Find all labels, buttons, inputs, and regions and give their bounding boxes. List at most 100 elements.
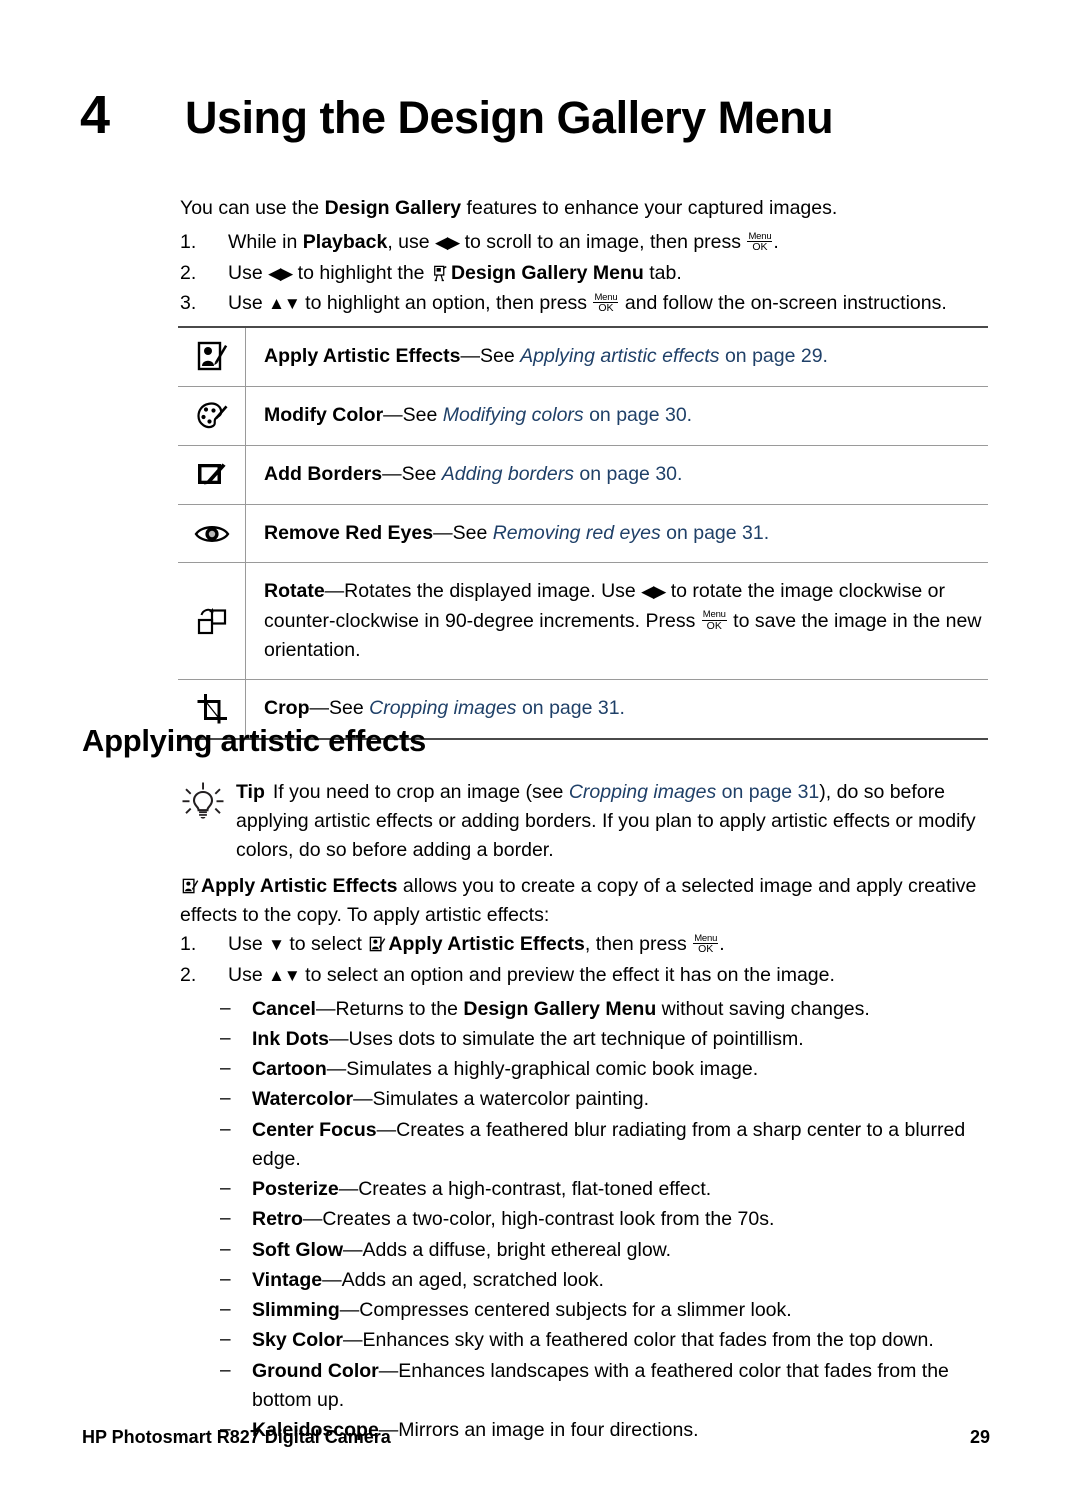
dash-bullet: –: [220, 1268, 231, 1290]
effect-entry: Ink Dots—Uses dots to simulate the art t…: [252, 1025, 1010, 1054]
chapter-number: 4: [80, 85, 110, 145]
step-number: 1.: [180, 933, 197, 955]
step-number: 2.: [180, 964, 197, 987]
eye-icon: [178, 505, 246, 563]
cross-reference-link[interactable]: Cropping images: [369, 697, 516, 719]
cross-reference-link[interactable]: Cropping images: [569, 781, 716, 803]
step-text-b: to select: [283, 933, 368, 955]
lightbulb-icon: [180, 778, 236, 826]
design-gallery-menu-table: Apply Artistic Effects — See Applying arti…: [178, 326, 988, 740]
effect-name: Cancel: [252, 997, 316, 1020]
list-item: – Watercolor—Simulates a watercolor pain…: [220, 1085, 1010, 1114]
artistic-effects-icon: [182, 878, 199, 895]
effect-desc-bold: Design Gallery Menu: [463, 997, 657, 1020]
list-item: 3. Use ▲▼ to highlight an option, then p…: [180, 289, 1010, 319]
step-bold: Apply Artistic Effects: [388, 933, 585, 955]
list-item: 1. Use ▼ to select Apply Artistic Effect…: [180, 930, 1010, 959]
dash-bullet: –: [220, 1027, 231, 1049]
page-footer: HP Photosmart R827 Digital Camera 29: [82, 1427, 990, 1448]
effect-desc-a: Simulates a highly-graphical comic book …: [346, 1058, 759, 1080]
table-row: Remove Red Eyes—See Removing red eyes on…: [178, 505, 988, 564]
list-item: – Cancel—Returns to the Design Gallery M…: [220, 995, 1010, 1024]
table-row: Add Borders—See Adding borders on page 3…: [178, 446, 988, 505]
dash-bullet: –: [220, 1118, 231, 1140]
effect-desc-b: without saving changes.: [656, 997, 870, 1020]
list-item: – Sky Color—Enhances sky with a feathere…: [220, 1326, 1010, 1355]
menu-item-title: Apply Artistic Effects: [264, 345, 461, 367]
effect-desc-a: Adds an aged, scratched look.: [341, 1268, 604, 1291]
em-dash: —: [315, 997, 336, 1020]
list-item: – Cartoon—Simulates a highly-graphical c…: [220, 1055, 1010, 1084]
document-page: 4 Using the Design Gallery Menu You can …: [0, 0, 1080, 1495]
intro-text-post: features to enhance your captured images…: [461, 197, 838, 219]
effect-entry: Soft Glow—Adds a diffuse, bright etherea…: [252, 1236, 1010, 1265]
em-dash: —: [302, 1208, 323, 1231]
em-dash: —: [326, 1058, 347, 1080]
em-dash: —: [309, 697, 330, 719]
chapter-heading: 4 Using the Design Gallery Menu: [80, 88, 1000, 142]
table-row: Modify Color—See Modifying colors on pag…: [178, 387, 988, 446]
step-text-c: and follow the on-screen instructions.: [619, 292, 947, 315]
cross-reference-link[interactable]: Adding borders: [442, 463, 574, 485]
tip-text-a: If you need to crop an image (see: [272, 781, 569, 803]
menu-key-bottom: OK: [698, 943, 714, 955]
list-item: – Soft Glow—Adds a diffuse, bright ether…: [220, 1236, 1010, 1265]
dash-bullet: –: [220, 1208, 231, 1230]
cross-reference-link[interactable]: Modifying colors: [443, 404, 584, 426]
table-row: Apply Artistic Effects—See Applying arti…: [178, 328, 988, 387]
left-right-arrows-icon: ◀▶: [435, 233, 460, 252]
dash-bullet: –: [220, 1359, 231, 1381]
artistic-effects-icon: [178, 328, 246, 386]
em-dash: —: [338, 1178, 359, 1200]
step-text: While in Playback, use ◀▶ to scroll to a…: [228, 228, 1010, 258]
tip-label: Tip: [236, 781, 265, 803]
menu-item-title: Modify Color: [264, 404, 384, 426]
list-item: 2. Use ▲▼ to select an option and previe…: [180, 961, 1010, 990]
step-text: Use ▲▼ to highlight an option, then pres…: [228, 289, 1010, 319]
menu-item-title: Add Borders: [264, 463, 383, 485]
dash-bullet: –: [220, 1088, 231, 1110]
section-heading: Applying artistic effects: [82, 723, 426, 758]
effect-entry: Slimming—Compresses centered subjects fo…: [252, 1296, 1010, 1325]
step-text-c: to scroll to an image, then press: [459, 231, 747, 253]
procedure-list: 1. Use ▼ to select Apply Artistic Effect…: [180, 930, 1010, 1446]
cross-reference-page: on page 30.: [583, 404, 693, 426]
effect-desc-a: Creates a two-color, high-contrast look …: [322, 1208, 775, 1231]
up-down-arrows-icon: ▲▼: [268, 966, 301, 986]
add-borders-icon: [178, 446, 246, 504]
step-text-a: Use: [228, 964, 269, 987]
cross-reference-link[interactable]: Applying artistic effects: [520, 345, 719, 367]
em-dash: —: [353, 1088, 373, 1111]
see-label: See: [480, 345, 521, 367]
step-number: 3.: [180, 292, 197, 315]
rotate-icon: [178, 563, 246, 679]
left-right-arrows-icon: ◀▶: [268, 263, 293, 283]
effect-name: Soft Glow: [252, 1238, 343, 1261]
menu-key-bottom: OK: [706, 619, 722, 632]
effect-name: Watercolor: [252, 1088, 354, 1111]
step-text-c: tab.: [643, 261, 682, 284]
list-item: – Posterize—Creates a high-contrast, fla…: [220, 1175, 1010, 1204]
table-cell-text: Apply Artistic Effects—See Applying arti…: [246, 328, 988, 386]
footer-product-name: HP Photosmart R827 Digital Camera: [82, 1427, 391, 1447]
step-text-d: .: [719, 933, 725, 955]
menu-ok-key-icon: Menu OK: [693, 933, 719, 955]
cross-reference-link[interactable]: Removing red eyes: [493, 522, 661, 544]
menu-ok-key-icon: Menu OK: [701, 609, 727, 632]
effect-entry: Vintage—Adds an aged, scratched look.: [252, 1266, 1010, 1295]
steps-list: 1. While in Playback, use ◀▶ to scroll t…: [180, 228, 1010, 320]
paragraph-bold: Apply Artistic Effects: [201, 875, 398, 897]
em-dash: —: [343, 1238, 363, 1261]
effect-desc-a: Simulates a watercolor painting.: [372, 1088, 650, 1111]
menu-key-top: Menu: [701, 609, 727, 621]
step-text-a: Use: [228, 292, 269, 315]
list-item: 1. While in Playback, use ◀▶ to scroll t…: [180, 228, 1010, 258]
effect-desc-a: Uses dots to simulate the art technique …: [348, 1027, 804, 1050]
table-cell-text: Modify Color—See Modifying colors on pag…: [246, 387, 988, 445]
menu-item-title: Remove Red Eyes: [264, 522, 434, 544]
table-row: Rotate—Rotates the displayed image. Use …: [178, 563, 988, 680]
menu-item-title: Rotate: [264, 580, 325, 603]
effect-entry: Ground Color—Enhances landscapes with a …: [252, 1357, 1010, 1416]
effect-desc-a: Enhances sky with a feathered color that…: [362, 1329, 934, 1352]
em-dash: —: [433, 522, 453, 544]
